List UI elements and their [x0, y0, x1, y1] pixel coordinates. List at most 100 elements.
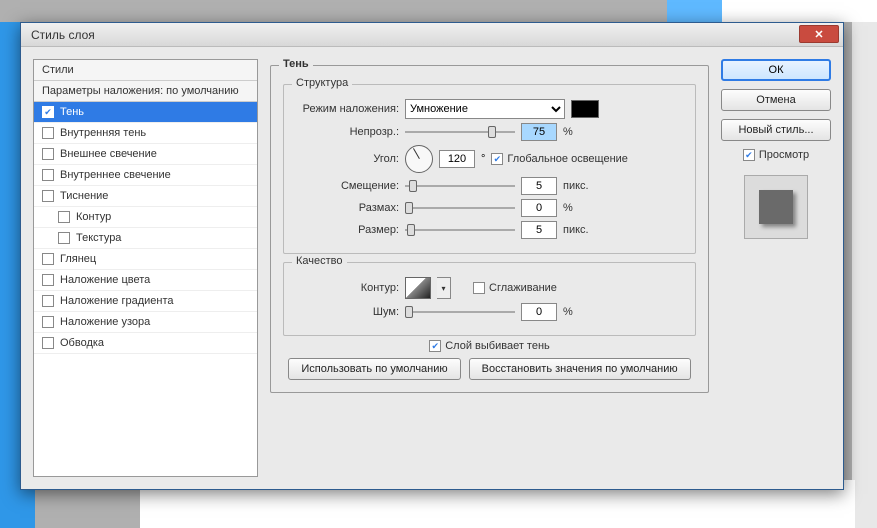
- opacity-input[interactable]: [521, 123, 557, 141]
- effect-label: Тень: [60, 106, 84, 118]
- styles-panel: Стили Параметры наложения: по умолчанию …: [33, 59, 258, 477]
- antialias-label: Сглаживание: [489, 282, 557, 294]
- knockout-row: Слой выбивает тень: [283, 340, 696, 352]
- dialog-body: Стили Параметры наложения: по умолчанию …: [21, 47, 843, 489]
- opacity-row: Непрозр.: %: [294, 123, 685, 141]
- knockout-label: Слой выбивает тень: [445, 340, 550, 352]
- angle-dial[interactable]: [405, 145, 433, 173]
- contour-dropdown[interactable]: ▾: [437, 277, 451, 299]
- effect-label: Обводка: [60, 337, 104, 349]
- effect-item-3[interactable]: Внутреннее свечение: [34, 165, 257, 186]
- checkbox-icon: [42, 337, 54, 349]
- styles-header[interactable]: Стили: [34, 60, 257, 81]
- effect-label: Внешнее свечение: [60, 148, 157, 160]
- checkbox-icon: [429, 340, 441, 352]
- checkbox-icon: [42, 253, 54, 265]
- global-light-check[interactable]: Глобальное освещение: [491, 153, 628, 165]
- size-label: Размер:: [294, 224, 399, 236]
- effect-item-8[interactable]: Наложение цвета: [34, 270, 257, 291]
- blend-mode-label: Режим наложения:: [294, 103, 399, 115]
- effect-item-10[interactable]: Наложение узора: [34, 312, 257, 333]
- knockout-check[interactable]: Слой выбивает тень: [429, 340, 550, 352]
- effect-list: Тень Внутренняя тень Внешнее свечение Внутр…: [34, 102, 257, 476]
- ok-button[interactable]: ОК: [721, 59, 831, 81]
- checkbox-icon: [58, 211, 70, 223]
- effect-item-5[interactable]: Контур: [34, 207, 257, 228]
- effect-label: Наложение градиента: [60, 295, 174, 307]
- effect-item-0[interactable]: Тень: [34, 102, 257, 123]
- effect-item-1[interactable]: Внутренняя тень: [34, 123, 257, 144]
- preview-swatch: [759, 190, 793, 224]
- distance-slider[interactable]: [405, 178, 515, 194]
- effect-item-4[interactable]: Тиснение: [34, 186, 257, 207]
- effect-label: Наложение цвета: [60, 274, 150, 286]
- make-default-button[interactable]: Использовать по умолчанию: [288, 358, 460, 380]
- preview-label: Просмотр: [759, 149, 809, 161]
- effect-label: Тиснение: [60, 190, 108, 202]
- checkbox-icon: [42, 169, 54, 181]
- blend-mode-select[interactable]: Умножение: [405, 99, 565, 119]
- checkbox-icon: [58, 232, 70, 244]
- distance-row: Смещение: пикс.: [294, 177, 685, 195]
- checkbox-icon: [42, 274, 54, 286]
- layer-style-dialog: Стиль слоя ✕ Стили Параметры наложения: …: [20, 22, 844, 490]
- effect-label: Внутренняя тень: [60, 127, 146, 139]
- contour-label: Контур:: [294, 282, 399, 294]
- spread-slider[interactable]: [405, 200, 515, 216]
- effect-groupbox: Тень Структура Режим наложения: Умножени…: [270, 65, 709, 393]
- angle-label: Угол:: [294, 153, 399, 165]
- antialias-check[interactable]: Сглаживание: [473, 282, 557, 294]
- bg-tab: [667, 0, 722, 22]
- spread-input[interactable]: [521, 199, 557, 217]
- checkbox-icon: [42, 148, 54, 160]
- default-buttons-row: Использовать по умолчанию Восстановить з…: [283, 358, 696, 380]
- spread-row: Размах: %: [294, 199, 685, 217]
- effect-item-11[interactable]: Обводка: [34, 333, 257, 354]
- effect-item-2[interactable]: Внешнее свечение: [34, 144, 257, 165]
- noise-input[interactable]: [521, 303, 557, 321]
- structure-group: Структура Режим наложения: Умножение Неп…: [283, 84, 696, 254]
- checkbox-icon: [491, 153, 503, 165]
- checkbox-icon: [42, 106, 54, 118]
- reset-default-button[interactable]: Восстановить значения по умолчанию: [469, 358, 691, 380]
- effect-item-9[interactable]: Наложение градиента: [34, 291, 257, 312]
- contour-thumb[interactable]: [405, 277, 431, 299]
- cancel-button[interactable]: Отмена: [721, 89, 831, 111]
- close-icon: ✕: [814, 28, 823, 41]
- noise-label: Шум:: [294, 306, 399, 318]
- effect-label: Внутреннее свечение: [60, 169, 171, 181]
- size-slider[interactable]: [405, 222, 515, 238]
- preview-check[interactable]: Просмотр: [721, 149, 831, 161]
- spread-label: Размах:: [294, 202, 399, 214]
- opacity-unit: %: [563, 126, 601, 138]
- bg-right: [852, 22, 877, 528]
- effect-item-7[interactable]: Глянец: [34, 249, 257, 270]
- checkbox-icon: [42, 190, 54, 202]
- size-row: Размер: пикс.: [294, 221, 685, 239]
- blend-mode-row: Режим наложения: Умножение: [294, 99, 685, 119]
- angle-input[interactable]: [439, 150, 475, 168]
- new-style-button[interactable]: Новый стиль...: [721, 119, 831, 141]
- distance-input[interactable]: [521, 177, 557, 195]
- opacity-slider[interactable]: [405, 124, 515, 140]
- titlebar[interactable]: Стиль слоя ✕: [21, 23, 843, 47]
- blending-options-header[interactable]: Параметры наложения: по умолчанию: [34, 81, 257, 102]
- distance-unit: пикс.: [563, 180, 601, 192]
- effect-label: Текстура: [76, 232, 121, 244]
- structure-title: Структура: [292, 77, 352, 89]
- spread-unit: %: [563, 202, 601, 214]
- angle-degree: °: [481, 153, 485, 165]
- checkbox-icon: [473, 282, 485, 294]
- size-unit: пикс.: [563, 224, 601, 236]
- checkbox-icon: [42, 316, 54, 328]
- noise-slider[interactable]: [405, 304, 515, 320]
- angle-row: Угол: ° Глобальное освещение: [294, 145, 685, 173]
- checkbox-icon: [743, 149, 755, 161]
- quality-group: Качество Контур: ▾ Сглаживание: [283, 262, 696, 336]
- effect-title: Тень: [279, 58, 313, 70]
- size-input[interactable]: [521, 221, 557, 239]
- close-button[interactable]: ✕: [799, 25, 839, 43]
- action-panel: ОК Отмена Новый стиль... Просмотр: [721, 59, 831, 477]
- effect-item-6[interactable]: Текстура: [34, 228, 257, 249]
- shadow-color-swatch[interactable]: [571, 100, 599, 118]
